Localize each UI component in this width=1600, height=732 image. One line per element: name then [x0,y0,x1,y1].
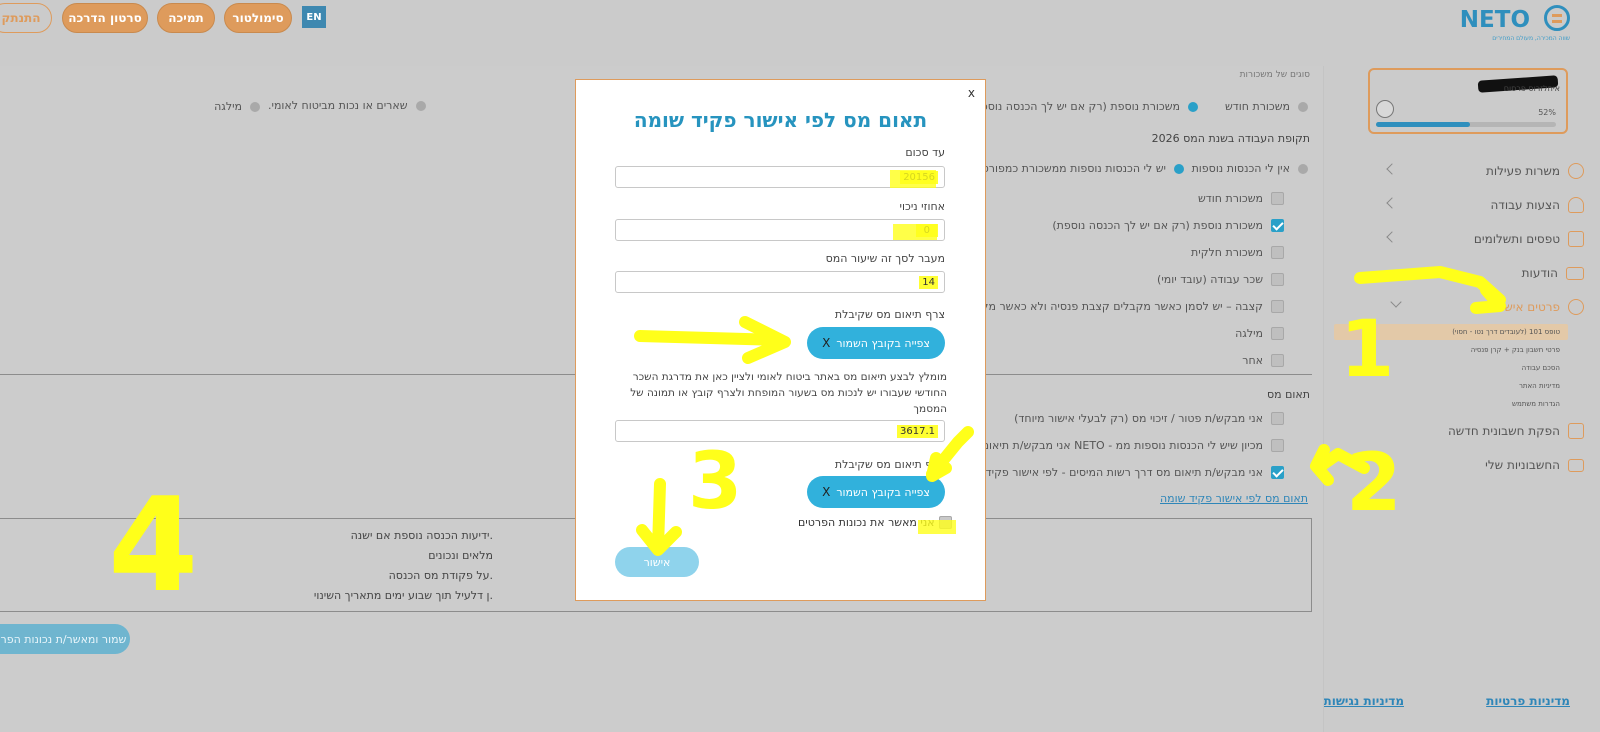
annotation-arrow-sidebar [1354,266,1506,306]
annotation-arrow-3 [652,478,666,554]
annotation-arrow-1 [634,330,786,346]
annotation-layer: 1 2 3 4 [108,170,1506,621]
annotation-highlight [890,170,936,188]
annotation-highlight [893,224,937,240]
annotation-number: 2 [1346,436,1402,529]
annotation-number: 4 [108,469,198,621]
annotation-number: 3 [688,437,742,527]
annotation-highlight [918,520,956,534]
annotation-number: 1 [1340,305,1394,395]
